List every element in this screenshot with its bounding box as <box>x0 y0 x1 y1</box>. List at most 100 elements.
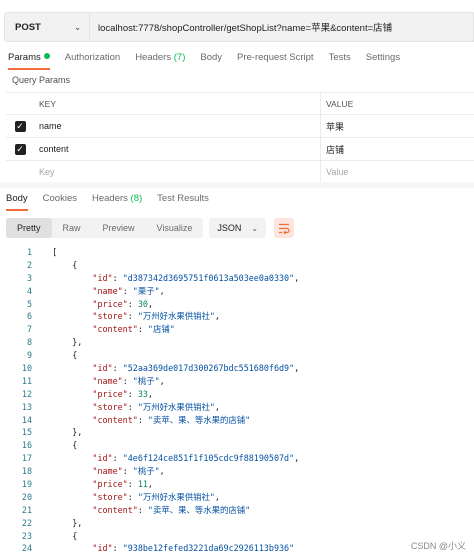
line-number: 11 <box>21 375 32 386</box>
fold-gutter <box>34 452 42 465</box>
code-token: "店铺" <box>147 324 175 335</box>
code-token: : <box>127 311 138 322</box>
line-number: 10 <box>21 363 32 374</box>
param-key-field[interactable]: name <box>34 115 321 137</box>
code-line: 16 { <box>0 439 474 452</box>
param-key-field[interactable]: content <box>34 138 321 160</box>
code-line: 19 "price": 11, <box>0 478 474 491</box>
response-tabs: Body Cookies Headers (8) Test Results <box>0 189 474 211</box>
code-line: 9 { <box>0 349 474 362</box>
code-line: 24 "id": "938be12fefed3221da69c2926113b9… <box>0 542 474 555</box>
wrap-lines-button[interactable] <box>274 218 295 238</box>
code-token: "price" <box>92 388 128 399</box>
fold-gutter <box>34 530 42 543</box>
format-dropdown[interactable]: JSON ⌄ <box>209 218 267 238</box>
code-token: "store" <box>92 311 128 322</box>
tab-body[interactable]: Body <box>200 48 222 70</box>
view-pretty-button[interactable]: Pretty <box>6 218 52 238</box>
chevron-down-icon: ⌄ <box>251 223 259 233</box>
code-line: 12 "price": 33, <box>0 388 474 401</box>
code-token: "id" <box>92 543 113 554</box>
code-token: : <box>122 375 133 386</box>
code-line: 10 "id": "52aa369de017d300267bdc551680f6… <box>0 362 474 375</box>
param-value-field[interactable]: 店铺 <box>321 138 474 160</box>
line-number: 15 <box>21 427 32 438</box>
key-column-header: KEY <box>34 93 321 114</box>
tab-authorization[interactable]: Authorization <box>65 48 120 70</box>
code-token: "price" <box>92 298 128 309</box>
param-checkbox[interactable]: ✓ <box>14 120 26 132</box>
tab-count-badge: (7) <box>171 52 186 63</box>
tab-tests[interactable]: Tests <box>329 48 351 70</box>
fold-gutter <box>34 465 42 478</box>
response-tab-cookies[interactable]: Cookies <box>43 189 77 211</box>
params-header-row: KEY VALUE <box>6 92 474 115</box>
code-token: { <box>72 440 78 451</box>
code-token: : <box>127 479 138 490</box>
code-token: "万州好水果供销社" <box>137 311 215 322</box>
tab-params[interactable]: Params <box>8 48 50 70</box>
code-token: 33 <box>137 388 148 399</box>
code-line: 21 "content": "卖苹、果、等水果的店铺" <box>0 504 474 517</box>
fold-gutter <box>34 285 42 298</box>
code-token: }, <box>72 517 83 528</box>
fold-gutter <box>34 310 42 323</box>
code-line: 2 { <box>0 259 474 272</box>
code-token: "栗子" <box>132 285 160 296</box>
fold-gutter <box>34 323 42 336</box>
param-row: ✓ name 苹果 <box>6 115 474 138</box>
code-token: "桃子" <box>132 466 160 477</box>
tab-pre-request-script[interactable]: Pre-request Script <box>237 48 314 70</box>
line-number: 14 <box>21 414 32 425</box>
method-select[interactable]: POST ⌄ <box>4 12 90 42</box>
fold-gutter <box>34 542 42 555</box>
code-token: , <box>147 388 153 399</box>
value-column-header: VALUE <box>326 98 354 109</box>
tab-settings[interactable]: Settings <box>366 48 400 70</box>
view-preview-button[interactable]: Preview <box>92 218 146 238</box>
line-number: 3 <box>26 272 32 283</box>
code-line: 18 "name": "桃子", <box>0 465 474 478</box>
code-line: 1 [ <box>0 246 474 259</box>
fold-gutter <box>34 388 42 401</box>
query-params-title: Query Params <box>12 75 71 85</box>
code-token: , <box>159 375 165 386</box>
code-token: }, <box>72 427 83 438</box>
response-tab-test-results[interactable]: Test Results <box>157 189 209 211</box>
param-checkbox[interactable]: ✓ <box>14 143 26 155</box>
code-token: "store" <box>92 401 128 412</box>
code-token: "938be12fefed3221da69c2926113b936" <box>122 543 295 554</box>
line-number: 23 <box>21 530 32 541</box>
fold-gutter <box>34 504 42 517</box>
fold-gutter <box>34 401 42 414</box>
code-token: "d387342d3695751f0613a503ee0a0330" <box>122 272 295 283</box>
view-raw-button[interactable]: Raw <box>52 218 92 238</box>
code-token: : <box>137 504 148 515</box>
code-token: 11 <box>137 479 148 490</box>
response-body[interactable]: 1 [2 {3 "id": "d387342d3695751f0613a503e… <box>0 246 474 555</box>
view-visualize-button[interactable]: Visualize <box>146 218 204 238</box>
code-token: , <box>214 311 220 322</box>
tab-headers[interactable]: Headers (7) <box>135 48 185 70</box>
line-number: 1 <box>26 247 32 257</box>
response-tab-body[interactable]: Body <box>6 189 28 211</box>
line-number: 18 <box>21 466 32 477</box>
code-line: 7 "content": "店铺" <box>0 323 474 336</box>
line-number: 5 <box>26 298 32 309</box>
code-line: 4 "name": "栗子", <box>0 285 474 298</box>
code-token: : <box>122 466 133 477</box>
code-token: "store" <box>92 491 128 502</box>
code-token: , <box>147 479 153 490</box>
response-tab-headers[interactable]: Headers (8) <box>92 189 142 211</box>
code-token: , <box>214 491 220 502</box>
url-input[interactable]: localhost:7778/shopController/getShopLis… <box>90 12 474 42</box>
param-value-field[interactable]: 苹果 <box>321 115 474 137</box>
line-number: 13 <box>21 401 32 412</box>
code-token: { <box>72 530 78 541</box>
line-number: 19 <box>21 479 32 490</box>
code-token: : <box>112 453 123 464</box>
new-key-input[interactable]: Key <box>34 161 321 183</box>
fold-gutter <box>34 478 42 491</box>
fold-gutter <box>34 517 42 530</box>
new-value-input[interactable]: Value <box>321 161 474 183</box>
